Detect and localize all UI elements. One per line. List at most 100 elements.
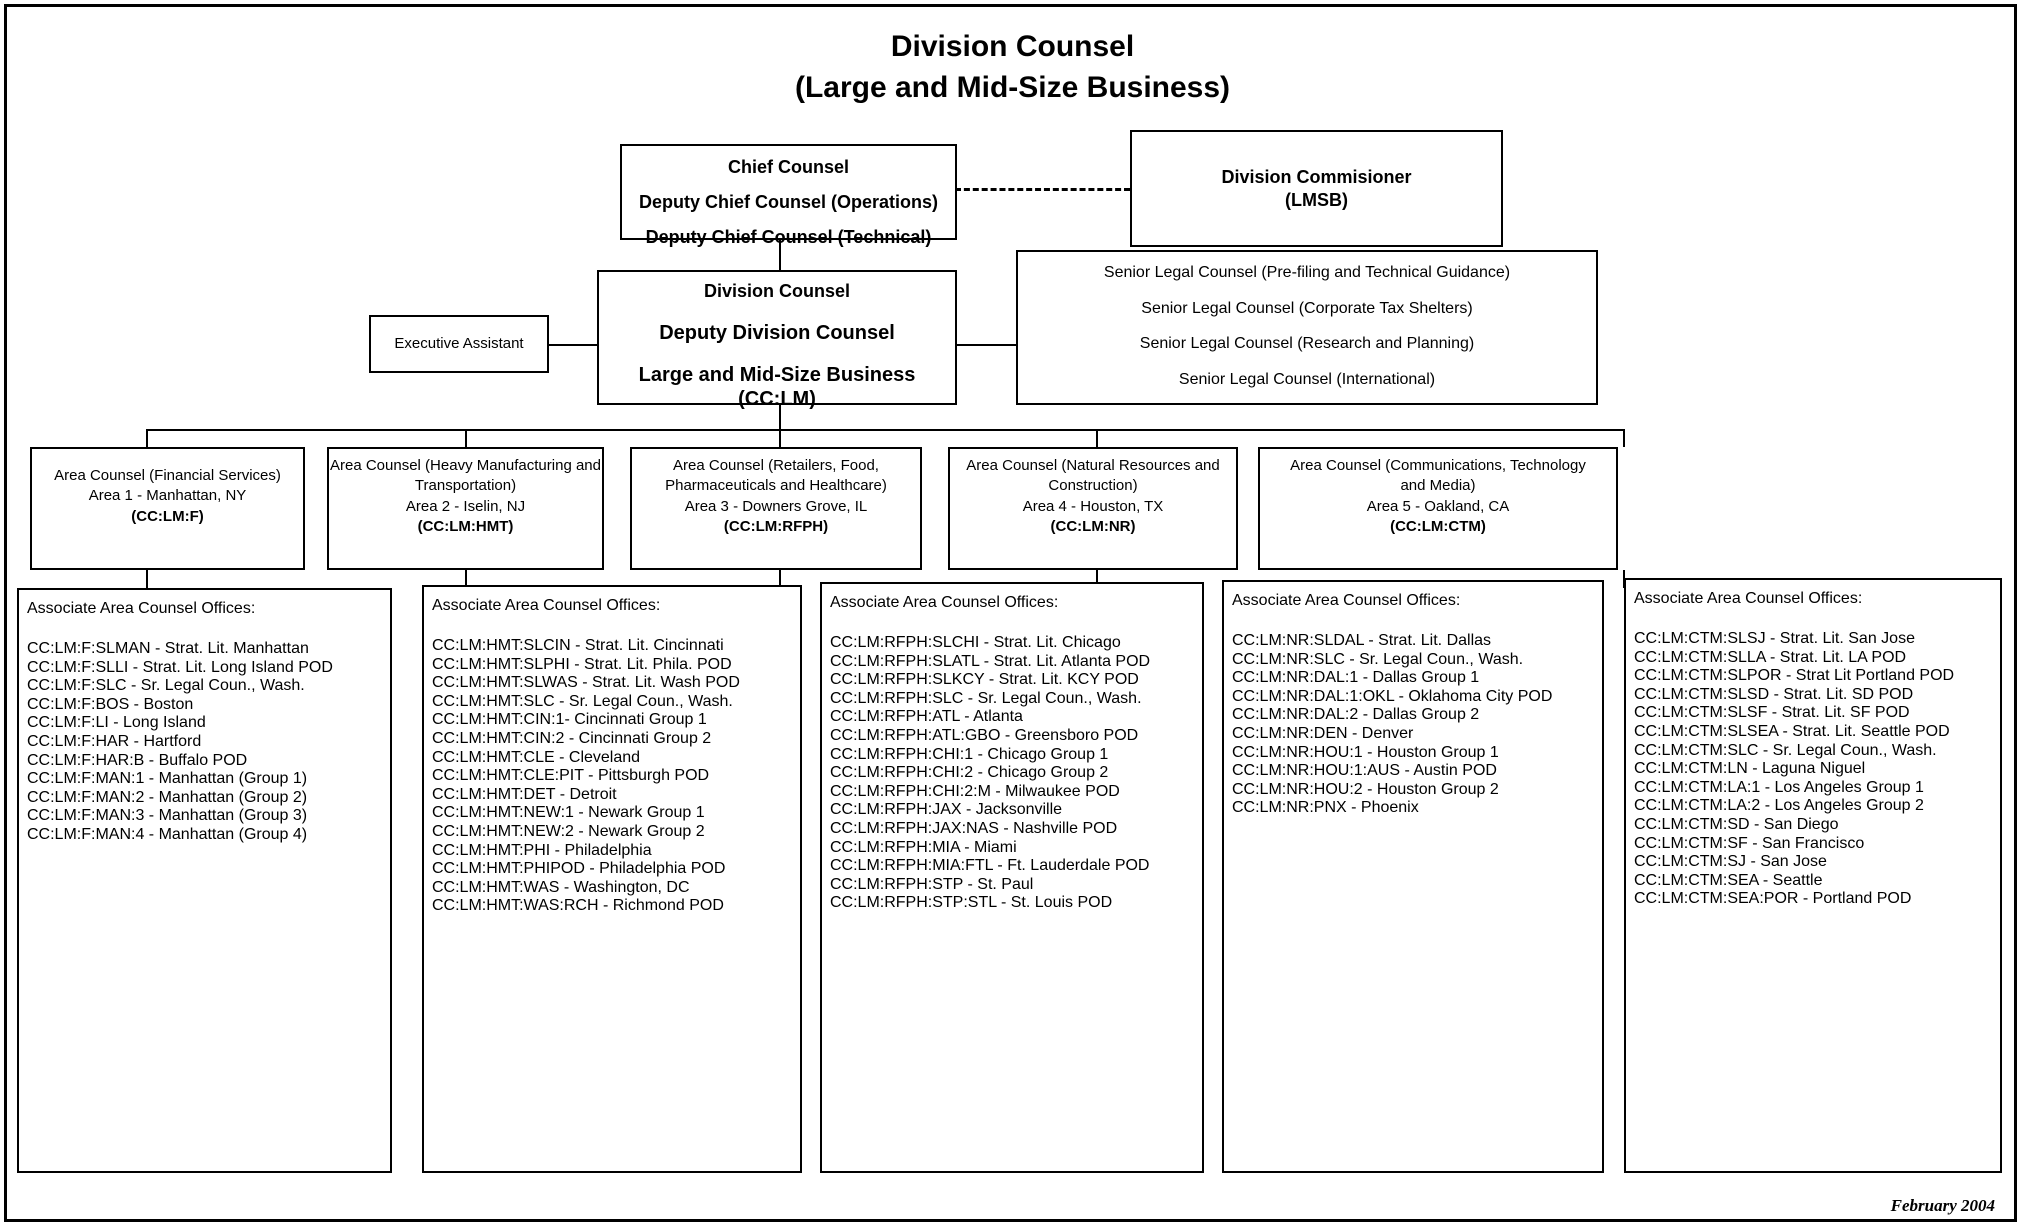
offices-heading: Associate Area Counsel Offices:	[1232, 592, 1461, 609]
area-counsel-name-cont: Pharmaceuticals and Healthcare)	[665, 477, 887, 495]
office-entry: CC:LM:RFPH:SLKCY - Strat. Lit. KCY POD	[830, 671, 1139, 689]
area-counsel-box-5[interactable]: Area Counsel (Communications, Technology…	[1258, 447, 1618, 570]
offices-list-2: CC:LM:HMT:SLCIN - Strat. Lit. Cincinnati…	[432, 637, 794, 916]
office-entry: CC:LM:CTM:SF - San Francisco	[1634, 834, 1865, 852]
connector-drop-area-5	[1623, 429, 1625, 447]
area-counsel-location: Area 2 - Iselin, NJ	[405, 497, 526, 515]
area-counsel-box-2[interactable]: Area Counsel (Heavy Manufacturing and Tr…	[327, 447, 604, 570]
office-entry: CC:LM:CTM:SLSJ - Strat. Lit. San Jose	[1634, 630, 1915, 647]
office-entry: CC:LM:CTM:SEA:POR - Portland POD	[1634, 890, 1912, 908]
division-commissioner-box[interactable]: Division Commisioner (LMSB)	[1130, 130, 1503, 247]
office-entry: CC:LM:NR:PNX - Phoenix	[1232, 799, 1419, 817]
associate-offices-box-1[interactable]: Associate Area Counsel Offices: CC:LM:F:…	[17, 588, 392, 1173]
page-title-line1: Division Counsel	[890, 30, 1135, 63]
office-entry: CC:LM:F:HAR - Hartford	[27, 732, 202, 750]
division-counsel-title: Division Counsel	[703, 281, 851, 301]
senior-legal-counsel-box[interactable]: Senior Legal Counsel (Pre-filing and Tec…	[1016, 250, 1598, 405]
area-counsel-box-4[interactable]: Area Counsel (Natural Resources and Cons…	[948, 447, 1238, 570]
area-counsel-code: (CC:LM:F)	[131, 507, 204, 525]
division-commissioner-title: Division Commisioner	[1221, 167, 1412, 187]
area-counsel-name: Area Counsel (Financial Services)	[54, 467, 281, 484]
office-entry: CC:LM:HMT:WAS:RCH - Richmond POD	[432, 897, 724, 915]
office-entry: CC:LM:CTM:SLSEA - Strat. Lit. Seattle PO…	[1634, 722, 1950, 740]
office-entry: CC:LM:RFPH:ATL:GBO - Greensboro POD	[830, 726, 1139, 744]
offices-heading: Associate Area Counsel Offices:	[27, 600, 256, 617]
office-entry: CC:LM:F:SLLI - Strat. Lit. Long Island P…	[27, 658, 333, 676]
associate-offices-box-3[interactable]: Associate Area Counsel Offices: CC:LM:RF…	[820, 582, 1204, 1173]
connector-drop-area-4	[1096, 429, 1098, 447]
associate-offices-box-5[interactable]: Associate Area Counsel Offices: CC:LM:CT…	[1624, 578, 2002, 1173]
office-entry: CC:LM:HMT:CLE - Cleveland	[432, 748, 641, 766]
office-entry: CC:LM:F:SLC - Sr. Legal Coun., Wash.	[27, 677, 305, 695]
office-entry: CC:LM:HMT:NEW:1 - Newark Group 1	[432, 804, 705, 822]
offices-heading: Associate Area Counsel Offices:	[432, 597, 661, 614]
office-entry: CC:LM:RFPH:SLATL - Strat. Lit. Atlanta P…	[830, 652, 1151, 670]
office-entry: CC:LM:CTM:SEA - Seattle	[1634, 871, 1823, 889]
footer-date: February 2004	[1890, 1196, 1995, 1215]
office-entry: CC:LM:CTM:LA:1 - Los Angeles Group 1	[1634, 778, 1924, 796]
area-counsel-location: Area 1 - Manhattan, NY	[88, 487, 247, 505]
office-entry: CC:LM:HMT:NEW:2 - Newark Group 2	[432, 822, 705, 840]
associate-offices-box-2[interactable]: Associate Area Counsel Offices: CC:LM:HM…	[422, 585, 802, 1173]
division-counsel-box[interactable]: Division Counsel Deputy Division Counsel…	[597, 270, 957, 410]
office-entry: CC:LM:F:MAN:2 - Manhattan (Group 2)	[27, 788, 308, 806]
office-entry: CC:LM:CTM:SLC - Sr. Legal Coun., Wash.	[1634, 741, 1937, 759]
office-entry: CC:LM:CTM:LN - Laguna Niguel	[1634, 760, 1866, 778]
offices-heading: Associate Area Counsel Offices:	[1634, 590, 1863, 607]
office-entry: CC:LM:HMT:SLPHI - Strat. Lit. Phila. POD	[432, 655, 732, 673]
office-entry: CC:LM:F:LI - Long Island	[27, 714, 206, 732]
office-entry: CC:LM:F:HAR:B - Buffalo POD	[27, 751, 248, 769]
connector-drop-area-3	[779, 429, 781, 447]
offices-heading: Associate Area Counsel Offices:	[830, 594, 1059, 611]
area-counsel-name-cont: Transportation)	[414, 477, 517, 495]
office-entry: CC:LM:CTM:LA:2 - Los Angeles Group 2	[1634, 797, 1924, 815]
area-counsel-code: (CC:LM:CTM)	[1390, 517, 1486, 535]
office-entry: CC:LM:NR:HOU:2 - Houston Group 2	[1232, 780, 1499, 798]
office-entry: CC:LM:F:MAN:1 - Manhattan (Group 1)	[27, 770, 308, 788]
office-entry: CC:LM:HMT:CIN:1- Cincinnati Group 1	[432, 711, 707, 729]
office-entry: CC:LM:RFPH:SLCHI - Strat. Lit. Chicago	[830, 634, 1121, 651]
area-counsel-location: Area 4 - Houston, TX	[1022, 497, 1164, 515]
office-entry: CC:LM:NR:SLDAL - Strat. Lit. Dallas	[1232, 632, 1492, 649]
area-counsel-location: Area 3 - Downers Grove, IL	[684, 497, 868, 515]
office-entry: CC:LM:NR:DAL:1:OKL - Oklahoma City POD	[1232, 687, 1553, 705]
senior-legal-counsel-item: Senior Legal Counsel (Corporate Tax Shel…	[1141, 299, 1473, 317]
executive-assistant-box[interactable]: Executive Assistant	[369, 315, 549, 373]
office-entry: CC:LM:RFPH:MIA - Miami	[830, 838, 1017, 856]
office-entry: CC:LM:CTM:SD - San Diego	[1634, 815, 1839, 833]
area-counsel-location: Area 5 - Oakland, CA	[1366, 497, 1510, 515]
office-entry: CC:LM:RFPH:MIA:FTL - Ft. Lauderdale POD	[830, 857, 1150, 875]
area-counsel-code: (CC:LM:HMT)	[417, 517, 514, 535]
office-entry: CC:LM:RFPH:CHI:1 - Chicago Group 1	[830, 745, 1109, 763]
office-entry: CC:LM:HMT:SLWAS - Strat. Lit. Wash POD	[432, 674, 740, 692]
deputy-chief-counsel-technical: Deputy Chief Counsel (Technical)	[645, 226, 932, 247]
office-entry: CC:LM:NR:SLC - Sr. Legal Coun., Wash.	[1232, 650, 1524, 668]
office-entry: CC:LM:CTM:SLLA - Strat. Lit. LA POD	[1634, 648, 1907, 666]
office-entry: CC:LM:RFPH:SLC - Sr. Legal Coun., Wash.	[830, 689, 1142, 707]
office-entry: CC:LM:CTM:SLSD - Strat. Lit. SD POD	[1634, 685, 1914, 703]
area-counsel-name: Area Counsel (Natural Resources and	[966, 457, 1220, 474]
connector-drop-area-1	[146, 429, 148, 447]
connector-division-to-senior-legal	[957, 344, 1017, 346]
chief-counsel-box[interactable]: Chief Counsel Deputy Chief Counsel (Oper…	[620, 144, 957, 247]
connector-exec-assistant	[548, 344, 598, 346]
chief-counsel-title: Chief Counsel	[727, 157, 849, 177]
area-counsel-name: Area Counsel (Communications, Technology	[1290, 457, 1586, 474]
associate-offices-box-4[interactable]: Associate Area Counsel Offices: CC:LM:NR…	[1222, 580, 1604, 1173]
area-counsel-box-3[interactable]: Area Counsel (Retailers, Food, Pharmaceu…	[630, 447, 922, 570]
area-counsel-name: Area Counsel (Retailers, Food,	[673, 457, 879, 474]
office-entry: CC:LM:RFPH:JAX - Jacksonville	[830, 801, 1063, 819]
area-counsel-box-1[interactable]: Area Counsel (Financial Services) Area 1…	[30, 447, 305, 570]
office-entry: CC:LM:HMT:DET - Detroit	[432, 785, 617, 803]
area-counsel-name-cont: and Media)	[1400, 477, 1476, 495]
executive-assistant-label: Executive Assistant	[394, 334, 524, 352]
division-counsel-code: (CC:LM)	[738, 388, 816, 410]
office-entry: CC:LM:HMT:CIN:2 - Cincinnati Group 2	[432, 729, 712, 747]
offices-list-4: CC:LM:NR:SLDAL - Strat. Lit. Dallas CC:L…	[1232, 632, 1596, 818]
office-entry: CC:LM:HMT:CLE:PIT - Pittsburgh POD	[432, 767, 710, 785]
office-entry: CC:LM:F:SLMAN - Strat. Lit. Manhattan	[27, 640, 309, 657]
office-entry: CC:LM:NR:HOU:1:AUS - Austin POD	[1232, 762, 1497, 780]
senior-legal-counsel-item: Senior Legal Counsel (Pre-filing and Tec…	[1103, 264, 1511, 281]
office-entry: CC:LM:NR:DEN - Denver	[1232, 724, 1414, 742]
area-counsel-name-cont: Construction)	[1048, 477, 1138, 495]
